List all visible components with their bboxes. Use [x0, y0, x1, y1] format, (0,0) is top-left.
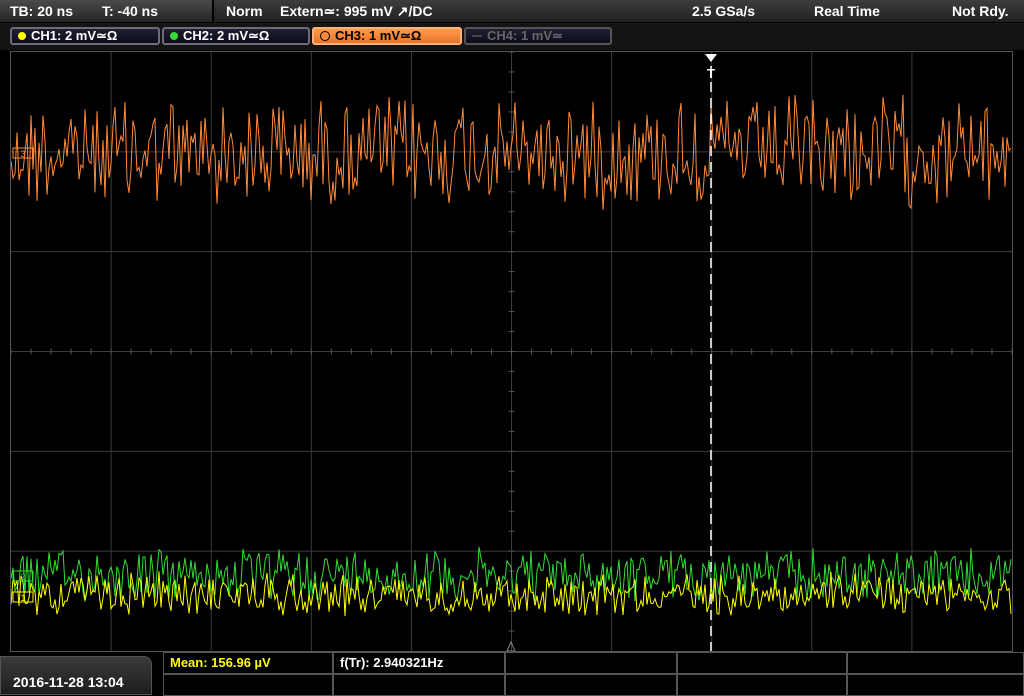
acquisition-status: Not Rdy. [952, 3, 1009, 19]
meas-slot-7[interactable] [333, 674, 505, 696]
channel-tabs: CH1: 2 mV≃Ω CH2: 2 mV≃Ω CH3: 1 mV≃Ω CH4:… [0, 24, 1024, 50]
tab-ch1[interactable]: CH1: 2 mV≃Ω [10, 27, 160, 45]
meas-slot-4[interactable] [677, 652, 847, 674]
datetime-panel: 2016-11-28 13:04 [0, 656, 152, 695]
ch3-label: CH3: 1 mV≃Ω [335, 28, 422, 43]
ch4-off-icon [472, 35, 482, 37]
top-status-bar: TB: 20 ns T: -40 ns Norm Extern≃: 995 mV… [0, 0, 1024, 24]
ch3-dot-icon [320, 31, 330, 41]
trigger-source: Extern≃: 995 mV ↗/DC [280, 3, 433, 19]
trigger-marker-label: T [707, 66, 715, 81]
trigger-panel[interactable]: Norm Extern≃: 995 mV ↗/DC 2.5 GSa/s Real… [216, 0, 1024, 23]
trigger-time-value: T: -40 ns [102, 3, 159, 19]
meas-slot-5[interactable] [847, 652, 1024, 674]
ch3-ref-label: 3 [20, 149, 25, 159]
mean-cell[interactable]: Mean: 156.96 µV [163, 652, 333, 674]
ch1-label: CH1: 2 mV≃Ω [31, 28, 118, 43]
waveform-svg: T 3 2 1 [10, 51, 1013, 652]
ch2-ref-label: 2 [20, 572, 25, 582]
tab-ch2[interactable]: CH2: 2 mV≃Ω [162, 27, 310, 45]
meas-slot-8[interactable] [505, 674, 677, 696]
meas-slot-6[interactable] [163, 674, 333, 696]
trigger-arrow-icon[interactable] [705, 54, 717, 62]
ch1-dot-icon [18, 32, 26, 40]
tab-ch4[interactable]: CH4: 1 mV≃ [464, 27, 612, 45]
freq-value: f(Tr): 2.940321Hz [340, 655, 444, 670]
mean-value: Mean: 156.96 µV [170, 655, 271, 670]
tab-ch3[interactable]: CH3: 1 mV≃Ω [312, 27, 462, 45]
datetime-text: 2016-11-28 13:04 [13, 674, 124, 690]
trigger-mode: Norm [226, 3, 263, 19]
ch1-ref-label: 1 [20, 593, 25, 603]
acquisition-mode: Real Time [814, 3, 880, 19]
ch2-dot-icon [170, 32, 178, 40]
timebase-panel[interactable]: TB: 20 ns T: -40 ns [0, 0, 214, 23]
meas-slot-3[interactable] [505, 652, 677, 674]
waveform-display[interactable]: T 3 2 1 [10, 51, 1013, 652]
ch4-label: CH4: 1 mV≃ [487, 28, 563, 43]
freq-cell[interactable]: f(Tr): 2.940321Hz [333, 652, 505, 674]
meas-slot-9[interactable] [677, 674, 847, 696]
timebase-value: TB: 20 ns [10, 3, 74, 19]
measurement-panel: Mean: 156.96 µV f(Tr): 2.940321Hz [163, 652, 1024, 696]
ch2-label: CH2: 2 mV≃Ω [183, 28, 270, 43]
sample-rate: 2.5 GSa/s [692, 3, 756, 19]
meas-slot-10[interactable] [847, 674, 1024, 696]
